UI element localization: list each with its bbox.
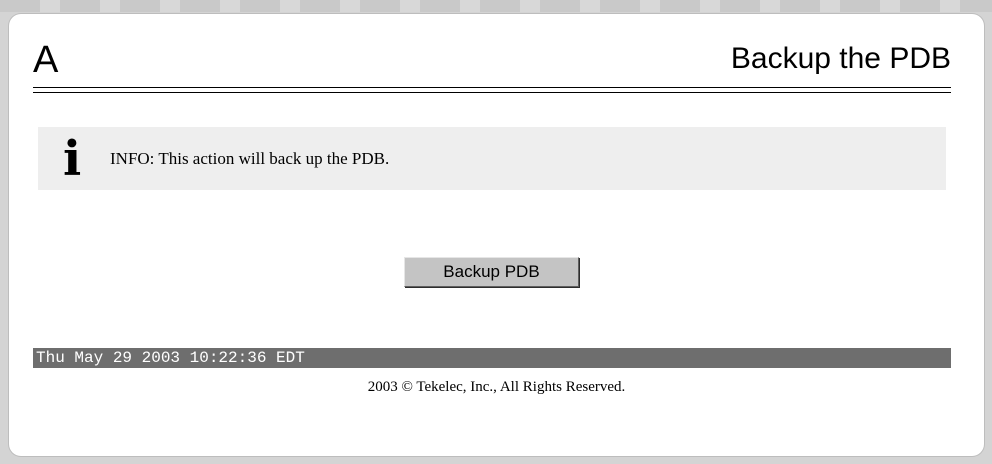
backup-pdb-button[interactable]: Backup PDB <box>404 257 579 287</box>
info-icon: i <box>63 131 82 187</box>
status-datetime: Thu May 29 2003 10:22:36 EDT <box>36 349 305 367</box>
header-divider <box>33 87 951 93</box>
browser-top-strip <box>0 0 992 12</box>
page-title: Backup the PDB <box>730 42 951 75</box>
copyright-notice: 2003 © Tekelec, Inc., All Rights Reserve… <box>367 379 626 395</box>
info-message-text: INFO: This action will back up the PDB. <box>110 149 390 168</box>
status-bar: Thu May 29 2003 10:22:36 EDT <box>33 348 951 368</box>
content-panel: A Backup the PDB i INFO: This action wil… <box>9 14 984 456</box>
header-letter: A <box>33 39 59 81</box>
info-message-box: i INFO: This action will back up the PDB… <box>38 127 946 190</box>
